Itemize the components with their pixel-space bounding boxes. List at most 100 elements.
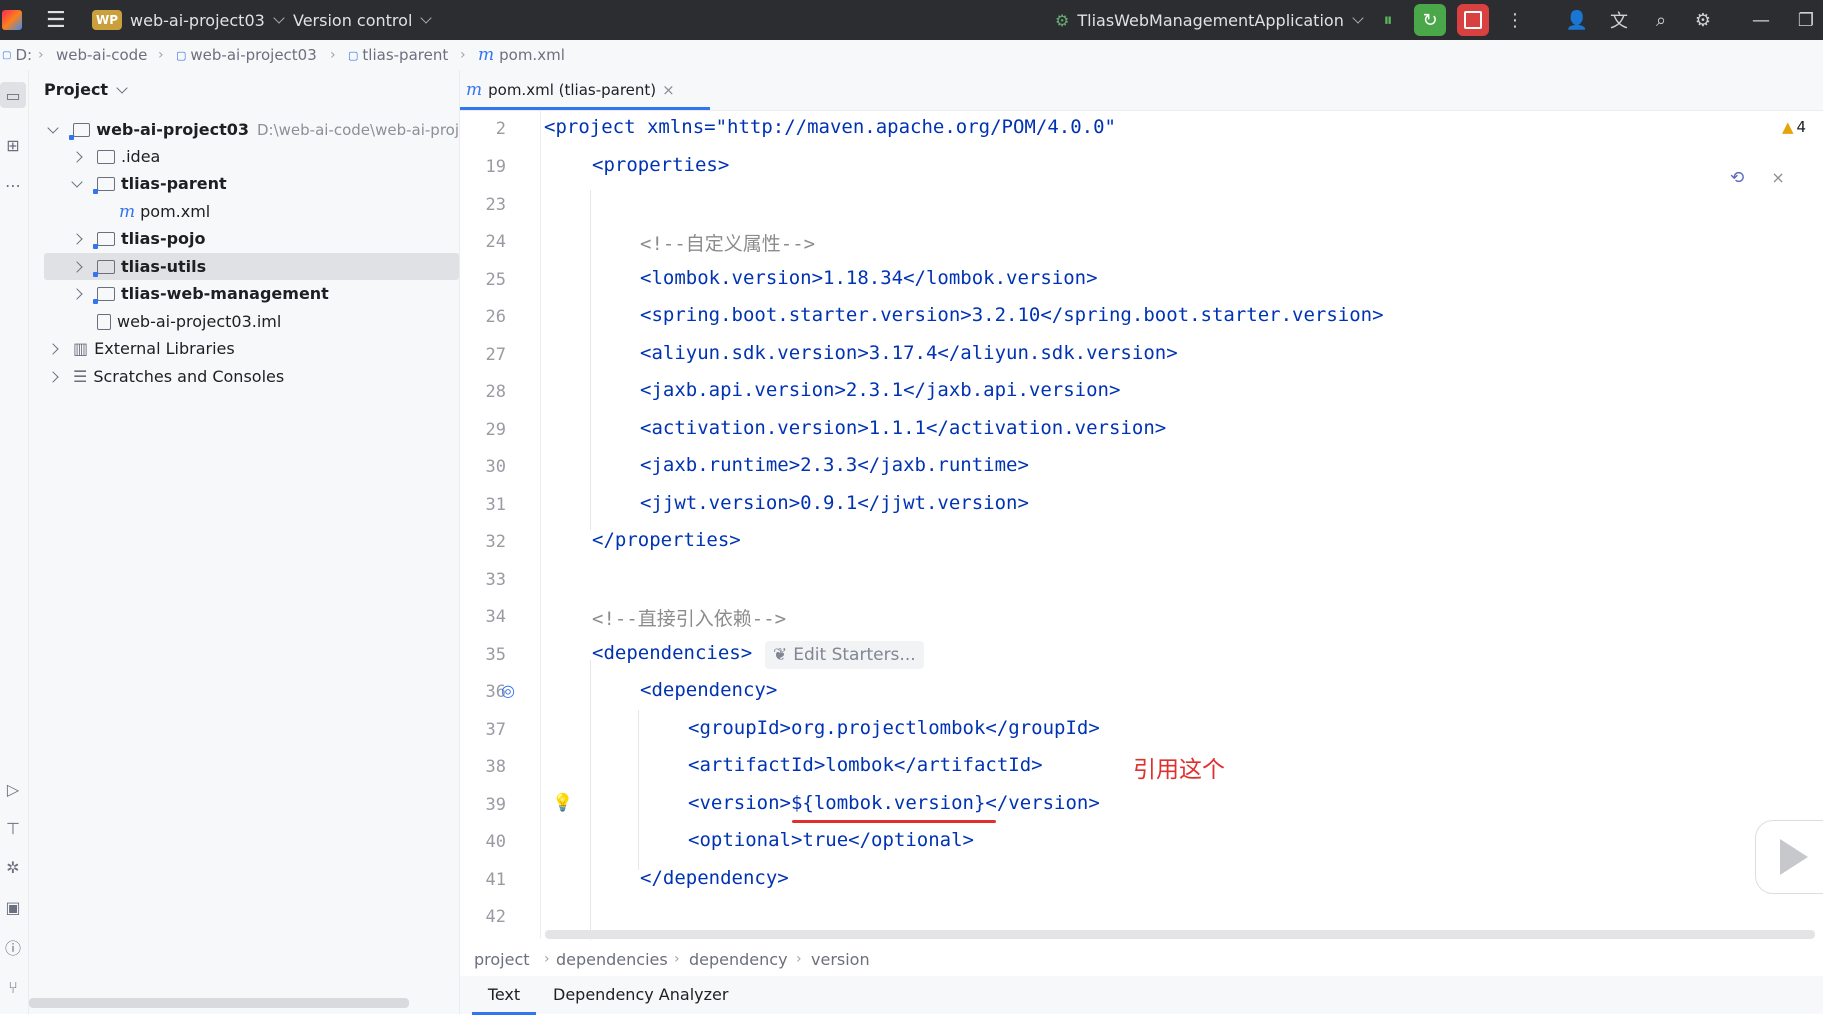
line-number: 36 xyxy=(485,682,506,702)
tree-item-external-libraries[interactable]: ▥ External Libraries xyxy=(29,335,459,362)
module-folder-icon xyxy=(93,259,115,277)
xml-crumb-dependency[interactable]: dependency xyxy=(689,942,788,976)
close-icon[interactable]: × xyxy=(1771,168,1784,187)
breadcrumb-pom[interactable]: m pom.xml xyxy=(478,40,565,70)
code-line: <artifactId>lombok</artifactId> xyxy=(688,754,1043,776)
line-number: 31 xyxy=(485,495,506,515)
terminal-tool-icon[interactable]: ▣ xyxy=(0,894,26,920)
close-tab-icon[interactable]: × xyxy=(662,81,675,99)
red-annotation-text: 引用这个 xyxy=(1133,757,1225,783)
project-panel: Project web-ai-project03 D:\web-ai-code\… xyxy=(29,70,460,1014)
video-play-overlay[interactable] xyxy=(1755,820,1823,894)
structure-tool-icon[interactable]: ⊞ xyxy=(0,132,26,158)
tree-item-label: web-ai-project03 xyxy=(96,120,249,139)
intention-bulb-icon[interactable]: 💡 xyxy=(552,793,573,813)
xml-crumb-version[interactable]: version xyxy=(811,942,870,976)
debug-icon[interactable]: ⏸ xyxy=(1372,4,1404,36)
code-line: <activation.version>1.1.1</activation.ve… xyxy=(640,417,1167,439)
left-tool-strip: ▭ ⊞ ⋯ ▷ ⊤ ✲ ▣ ⓘ ⑂ xyxy=(0,70,29,1014)
inspection-widget[interactable]: ▲ 4 xyxy=(1782,118,1806,136)
line-number: 27 xyxy=(485,345,506,365)
tree-item-label: tlias-pojo xyxy=(121,229,206,248)
tab-label: Text xyxy=(487,984,521,1004)
implementation-marker-icon[interactable]: ◎ xyxy=(501,681,515,700)
expand-arrow-icon xyxy=(47,122,59,134)
tab-label: Dependency Analyzer xyxy=(553,984,729,1004)
services-tool-icon[interactable]: ▷ xyxy=(0,776,26,802)
tree-item-pom-xml[interactable]: m pom.xml xyxy=(29,198,459,225)
build-tool-icon[interactable]: ⊤ xyxy=(0,815,26,841)
spring-leaf-icon: ❦ xyxy=(773,645,788,665)
debug-tool-icon[interactable]: ✲ xyxy=(0,854,26,880)
restore-window-icon[interactable]: ❐ xyxy=(1790,4,1822,36)
collapse-arrow-icon xyxy=(47,371,59,383)
line-number: 33 xyxy=(485,570,506,590)
breadcrumb-label: pom.xml xyxy=(499,46,565,64)
tree-item-tlias-parent[interactable]: tlias-parent xyxy=(29,170,459,197)
breadcrumb-label: web-ai-project03 xyxy=(190,46,317,64)
module-folder-icon xyxy=(93,231,115,249)
tree-item-tlias-web-management[interactable]: tlias-web-management xyxy=(29,280,459,307)
tab-pom-xml[interactable]: m pom.xml (tlias-parent) × xyxy=(460,70,710,110)
breadcrumb-web-ai-code[interactable]: web-ai-code xyxy=(56,40,147,70)
ide-logo-icon[interactable] xyxy=(2,0,22,40)
minimize-icon[interactable]: — xyxy=(1745,4,1777,36)
tree-item-scratches[interactable]: ☰ Scratches and Consoles xyxy=(29,363,459,390)
code-line: </properties> xyxy=(592,529,741,551)
code-line: <properties> xyxy=(592,154,730,176)
maven-file-icon: m xyxy=(119,201,136,222)
settings-gear-icon[interactable]: ⚙ xyxy=(1687,4,1719,36)
line-number: 26 xyxy=(485,307,506,327)
line-number: 23 xyxy=(485,195,506,215)
translate-icon[interactable]: 文 xyxy=(1603,4,1635,36)
tab-dependency-analyzer[interactable]: Dependency Analyzer xyxy=(553,976,728,1012)
run-config-selector[interactable]: ⚙ TliasWebManagementApplication xyxy=(1055,0,1364,40)
edit-starters-label: Edit Starters... xyxy=(793,645,916,665)
folder-icon xyxy=(97,149,115,164)
edit-starters-button[interactable]: ❦ Edit Starters... xyxy=(765,641,924,669)
collapse-arrow-icon xyxy=(71,233,83,245)
project-tool-icon[interactable]: ▭ xyxy=(0,82,26,108)
xml-crumb-dependencies[interactable]: dependencies xyxy=(556,942,668,976)
account-icon[interactable]: 👤 xyxy=(1561,4,1593,36)
tree-item-label: External Libraries xyxy=(94,339,235,358)
xml-crumb-project[interactable]: project xyxy=(474,942,530,976)
breadcrumb-project[interactable]: ▢ web-ai-project03 xyxy=(176,40,317,70)
stop-button[interactable] xyxy=(1457,4,1489,36)
git-tool-icon[interactable]: ⑂ xyxy=(0,974,26,1000)
more-tools-icon[interactable]: ⋯ xyxy=(0,172,26,198)
project-panel-header[interactable]: Project xyxy=(44,80,128,99)
rerun-icon[interactable]: ↻ xyxy=(1414,4,1446,36)
title-bar: ☰ WP web-ai-project03 Version control ⚙ … xyxy=(0,0,1823,40)
tree-item-tlias-utils[interactable]: tlias-utils xyxy=(44,253,459,280)
vcs-menu[interactable]: Version control xyxy=(293,0,433,40)
collapse-arrow-icon xyxy=(47,343,59,355)
expand-arrow-icon xyxy=(71,176,83,188)
tree-item-idea[interactable]: .idea xyxy=(29,143,459,170)
tree-item-iml[interactable]: web-ai-project03.iml xyxy=(29,308,459,335)
breadcrumb-drive[interactable]: ▢ D: xyxy=(2,40,32,70)
active-tab-indicator xyxy=(460,107,710,110)
breadcrumb-label: D: xyxy=(15,46,33,64)
libraries-icon: ▥ xyxy=(73,339,89,358)
editor-horizontal-scrollbar[interactable] xyxy=(545,930,1815,939)
project-badge: WP xyxy=(92,10,123,30)
line-number: 37 xyxy=(485,720,506,740)
search-icon[interactable]: ⌕ xyxy=(1645,4,1677,36)
maven-reload-icon[interactable]: ⟲ xyxy=(1730,168,1744,188)
project-switcher[interactable]: WP web-ai-project03 xyxy=(92,0,285,40)
red-underline-annotation xyxy=(792,820,996,823)
warning-icon: ▲ xyxy=(1782,118,1794,136)
maven-reload-float[interactable]: ⟲ × xyxy=(1730,168,1785,188)
tab-text[interactable]: Text xyxy=(472,976,536,1015)
more-actions-icon[interactable]: ⋮ xyxy=(1499,4,1531,36)
project-horizontal-scrollbar[interactable] xyxy=(29,998,409,1008)
problems-tool-icon[interactable]: ⓘ xyxy=(0,934,26,960)
tree-item-web-ai-project03[interactable]: web-ai-project03 D:\web-ai-code\web-ai-p… xyxy=(29,116,459,143)
breadcrumb-label: tlias-parent xyxy=(362,46,449,64)
main-menu-icon[interactable]: ☰ xyxy=(46,0,66,40)
tree-item-tlias-pojo[interactable]: tlias-pojo xyxy=(29,225,459,252)
maven-file-icon: m xyxy=(466,80,483,100)
breadcrumb-tlias-parent[interactable]: ▢ tlias-parent xyxy=(348,40,448,70)
code-line: <dependency> xyxy=(640,679,778,701)
